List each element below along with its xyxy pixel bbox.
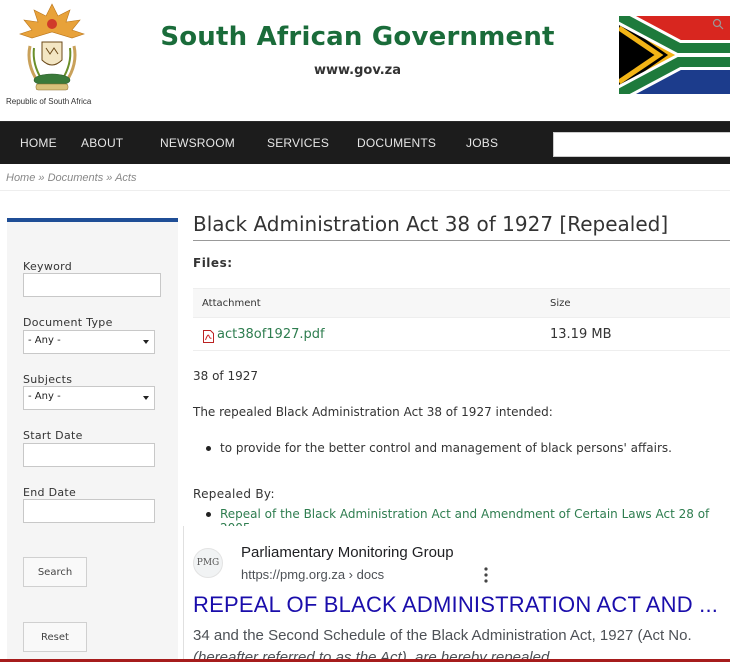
files-heading: Files: xyxy=(193,256,233,270)
subjects-select[interactable]: - Any - xyxy=(23,386,155,410)
nav-home[interactable]: HOME xyxy=(20,136,57,150)
bullet-icon xyxy=(206,512,211,517)
column-header-size: Size xyxy=(550,298,571,309)
sidebar-accent-bar xyxy=(7,218,178,222)
result-url[interactable]: https://pmg.org.za › docs xyxy=(241,567,384,582)
keyword-label: Keyword xyxy=(23,260,73,273)
reset-button[interactable]: Reset xyxy=(23,622,87,652)
pmg-favicon[interactable]: PMG xyxy=(193,548,223,578)
end-date-label: End Date xyxy=(23,486,77,499)
keyword-input[interactable] xyxy=(24,275,160,297)
divider xyxy=(0,190,730,191)
crest-caption: Republic of South Africa xyxy=(6,97,92,106)
breadcrumb: Home » Documents » Acts xyxy=(6,172,136,184)
end-date-input[interactable] xyxy=(24,501,154,523)
column-header-attachment: Attachment xyxy=(202,298,261,309)
result-snippet: 34 and the Second Schedule of the Black … xyxy=(193,627,692,644)
start-date-input[interactable] xyxy=(24,445,154,467)
nav-services[interactable]: SERVICES xyxy=(267,136,329,150)
pdf-file-icon xyxy=(203,330,214,343)
bullet-icon xyxy=(206,446,211,451)
table-row: act38of1927.pdf 13.19 MB xyxy=(193,319,730,351)
files-table-header: Attachment Size xyxy=(193,288,730,318)
subjects-label: Subjects xyxy=(23,373,73,386)
end-date-field xyxy=(23,499,155,523)
nav-documents[interactable]: DOCUMENTS xyxy=(357,136,436,150)
breadcrumb-documents[interactable]: Documents xyxy=(48,172,104,184)
attachment-link[interactable]: act38of1927.pdf xyxy=(217,327,325,342)
nav-jobs[interactable]: JOBS xyxy=(466,136,498,150)
search-box xyxy=(553,132,730,157)
search-input[interactable] xyxy=(554,133,730,156)
document-type-label: Document Type xyxy=(23,316,113,329)
intro-text: The repealed Black Administration Act 38… xyxy=(193,405,553,419)
breadcrumb-home[interactable]: Home xyxy=(6,172,35,184)
title-divider xyxy=(193,240,730,241)
search-button[interactable]: Search xyxy=(23,557,87,587)
breadcrumb-acts[interactable]: Acts xyxy=(115,172,136,184)
nav-about[interactable]: ABOUT xyxy=(81,136,123,150)
coat-of-arms-icon[interactable] xyxy=(18,2,86,92)
keyword-field xyxy=(23,273,161,297)
start-date-label: Start Date xyxy=(23,429,83,442)
purpose-item: to provide for the better control and ma… xyxy=(220,441,672,455)
site-title[interactable]: South African Government xyxy=(150,22,565,52)
more-options-icon[interactable] xyxy=(484,567,488,583)
search-icon[interactable] xyxy=(712,18,724,30)
act-number: 38 of 1927 xyxy=(193,369,259,383)
result-title-link[interactable]: REPEAL OF BLACK ADMINISTRATION ACT AND .… xyxy=(193,592,718,618)
document-type-select[interactable]: - Any - xyxy=(23,330,155,354)
repealed-by-heading: Repealed By: xyxy=(193,487,275,501)
result-site-name[interactable]: Parliamentary Monitoring Group xyxy=(241,544,454,561)
start-date-field xyxy=(23,443,155,467)
attachment-size: 13.19 MB xyxy=(550,327,612,342)
document-type-value: - Any - xyxy=(28,335,61,346)
page-title: Black Administration Act 38 of 1927 [Rep… xyxy=(193,212,669,236)
chevron-down-icon xyxy=(143,396,149,400)
breadcrumb-separator: » xyxy=(38,172,45,184)
nav-newsroom[interactable]: NEWSROOM xyxy=(160,136,235,150)
main-nav: HOME ABOUT NEWSROOM SERVICES DOCUMENTS J… xyxy=(0,121,730,164)
subjects-value: - Any - xyxy=(28,391,61,402)
site-header: Republic of South Africa South African G… xyxy=(0,0,730,120)
chevron-down-icon xyxy=(143,340,149,344)
site-url[interactable]: www.gov.za xyxy=(150,63,565,78)
breadcrumb-separator: » xyxy=(106,172,113,184)
